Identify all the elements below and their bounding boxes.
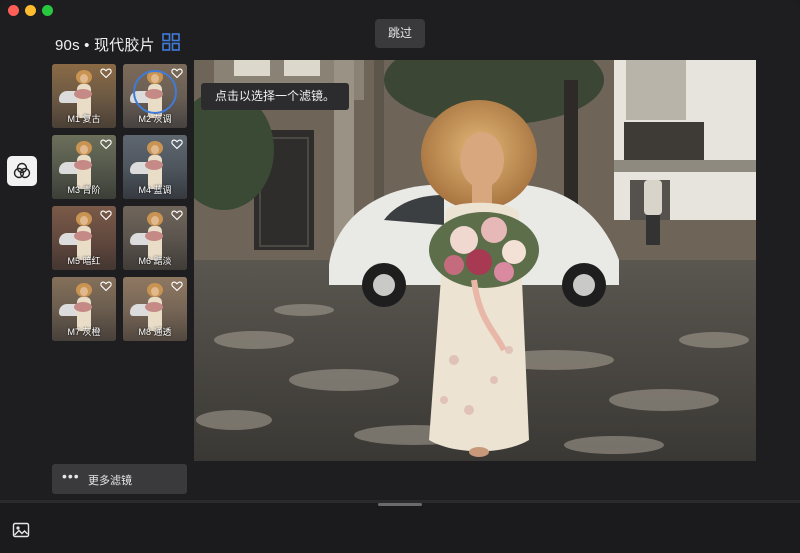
- photo-illustration: [194, 60, 756, 461]
- filter-label: M1 复古: [67, 114, 101, 124]
- heart-icon[interactable]: [171, 67, 183, 79]
- image-icon[interactable]: [12, 521, 30, 539]
- filter-label: M3 青阶: [67, 185, 101, 195]
- filter-thumb-m6[interactable]: M6 黯淡: [123, 206, 187, 270]
- more-filters-button[interactable]: ••• 更多滤镜: [52, 464, 187, 494]
- heart-icon[interactable]: [100, 67, 112, 79]
- zoom-window-button[interactable]: [42, 5, 53, 16]
- bottom-toolbar: [0, 502, 800, 553]
- heart-icon[interactable]: [100, 138, 112, 150]
- heart-icon[interactable]: [100, 280, 112, 292]
- resize-handle[interactable]: [378, 503, 422, 506]
- filter-thumb-m3[interactable]: M3 青阶: [52, 135, 116, 199]
- filter-label: M5 暗红: [67, 256, 101, 266]
- heart-icon[interactable]: [100, 209, 112, 221]
- filter-thumb-m4[interactable]: M4 蓝调: [123, 135, 187, 199]
- filter-tool-button[interactable]: [7, 156, 37, 186]
- app-window: 跳过 90s • 现代胶片 M1 复古 M2 灰调 M3 青阶 M4 蓝调 M5…: [0, 0, 800, 553]
- heart-icon[interactable]: [171, 209, 183, 221]
- filter-label: M8 通透: [138, 327, 172, 337]
- ellipsis-icon: •••: [62, 468, 80, 484]
- overlapping-circles-icon: [13, 162, 31, 179]
- filter-thumb-m5[interactable]: M5 暗红: [52, 206, 116, 270]
- more-filters-label: 更多滤镜: [88, 475, 132, 487]
- filter-label: M6 黯淡: [138, 256, 172, 266]
- heart-icon[interactable]: [171, 280, 183, 292]
- filter-thumb-m1[interactable]: M1 复古: [52, 64, 116, 128]
- skip-button[interactable]: 跳过: [375, 19, 425, 48]
- page-title: 90s • 现代胶片: [55, 37, 155, 54]
- hint-tooltip: 点击以选择一个滤镜。: [201, 83, 349, 110]
- grid-icon[interactable]: [162, 33, 180, 51]
- filter-label: M4 蓝调: [138, 185, 172, 195]
- filter-label: M2 灰调: [138, 114, 172, 124]
- photo-preview[interactable]: [194, 60, 756, 461]
- minimize-window-button[interactable]: [25, 5, 36, 16]
- heart-icon[interactable]: [171, 138, 183, 150]
- filter-thumb-m2[interactable]: M2 灰调: [123, 64, 187, 128]
- filter-thumb-m7[interactable]: M7 灰橙: [52, 277, 116, 341]
- titlebar: [0, 0, 800, 20]
- close-window-button[interactable]: [8, 5, 19, 16]
- filter-label: M7 灰橙: [67, 327, 101, 337]
- filter-thumb-m8[interactable]: M8 通透: [123, 277, 187, 341]
